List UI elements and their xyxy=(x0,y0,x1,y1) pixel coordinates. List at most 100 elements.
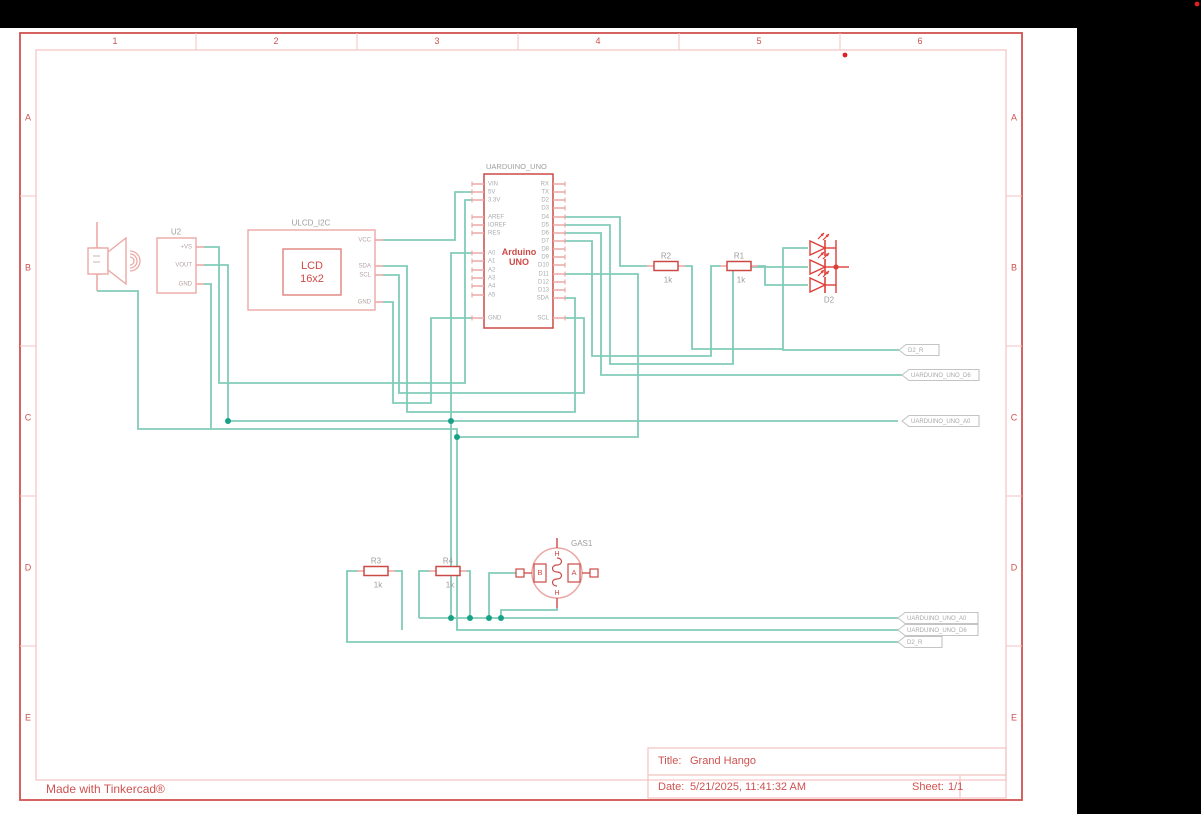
arduino-pin-label: RX xyxy=(541,182,549,188)
svg-text:A3: A3 xyxy=(488,276,496,282)
svg-text:UARDUINO_UNO_A0: UARDUINO_UNO_A0 xyxy=(907,616,967,622)
wire[interactable] xyxy=(488,572,516,618)
net-label-flag[interactable]: D2_R xyxy=(897,635,943,649)
wire[interactable] xyxy=(204,283,212,429)
svg-text:VCC: VCC xyxy=(358,238,371,244)
svg-text:4: 4 xyxy=(595,36,600,46)
wire-junction-dot xyxy=(486,615,492,621)
svg-text:IOREF: IOREF xyxy=(488,223,507,229)
svg-text:SDA: SDA xyxy=(537,296,549,302)
arduino-pin-label: A0 xyxy=(488,251,496,257)
wire[interactable] xyxy=(467,570,471,618)
title-value[interactable]: Grand Hango xyxy=(690,755,756,767)
arduino-pin-label: D10 xyxy=(538,263,550,269)
svg-text:B: B xyxy=(25,262,31,272)
net-label-flag[interactable]: UARDUINO_UNO_A0 xyxy=(901,414,980,428)
wire[interactable] xyxy=(395,570,403,630)
u2-ref-label: U2 xyxy=(170,227,182,237)
r1-ref-label: R1 xyxy=(733,251,745,261)
wire-junction-dot xyxy=(467,615,473,621)
frame-row-label: AA xyxy=(25,112,1017,122)
svg-text:VIN: VIN xyxy=(488,182,498,188)
svg-text:+VS: +VS xyxy=(180,245,192,251)
svg-text:C: C xyxy=(1011,412,1018,422)
u2-component[interactable]: +VS VOUT GND xyxy=(156,237,204,294)
svg-text:5: 5 xyxy=(756,36,761,46)
sheet-value: 1/1 xyxy=(948,781,964,793)
svg-text:A: A xyxy=(25,112,31,122)
svg-text:D4: D4 xyxy=(541,215,549,221)
svg-text:D6: D6 xyxy=(541,231,549,237)
wire[interactable] xyxy=(346,570,898,643)
svg-text:A: A xyxy=(571,568,576,577)
made-with-tinkercad-label: Made with Tinkercad® xyxy=(46,782,165,796)
resistor-component[interactable] xyxy=(647,260,685,272)
lcd-pin-label: GND xyxy=(358,300,372,306)
arduino-pin-label: A5 xyxy=(488,293,496,299)
arduino-pin-label: D9 xyxy=(541,255,549,261)
frame-row-label: EE xyxy=(25,712,1017,722)
svg-text:D2_R: D2_R xyxy=(907,640,923,646)
net-label-flag[interactable]: UARDUINO_UNO_D6 xyxy=(901,368,980,382)
arduino-pin-label: VIN xyxy=(488,182,498,188)
svg-text:VOUT: VOUT xyxy=(175,263,192,269)
wire[interactable] xyxy=(782,247,899,351)
wire[interactable] xyxy=(565,240,721,357)
svg-text:5V: 5V xyxy=(488,190,495,196)
speaker-component[interactable] xyxy=(87,222,141,291)
sheet-frame: 1 2 3 4 5 6A AB BC CD DE E xyxy=(19,32,1023,801)
date-label: Date: xyxy=(658,781,685,793)
wire[interactable] xyxy=(685,265,783,350)
resistor-component[interactable] xyxy=(720,260,758,272)
svg-text:2: 2 xyxy=(273,36,278,46)
schematic-canvas[interactable]: 1 2 3 4 5 6A AB BC CD DE E+VSVOUTGNDVCCSDASCLGNDVI… xyxy=(0,0,1201,814)
arduino-pin-label: SDA xyxy=(537,296,549,302)
arduino-pin-label: D3 xyxy=(541,206,549,212)
wire[interactable] xyxy=(450,252,472,618)
svg-text:D: D xyxy=(1011,562,1018,572)
svg-text:D12: D12 xyxy=(538,280,550,286)
wire-junction-dot xyxy=(225,418,231,424)
lcd-pin-label: SCL xyxy=(359,273,371,279)
svg-text:D11: D11 xyxy=(538,272,549,278)
wire[interactable] xyxy=(500,608,558,618)
arduino-pin-label: TX xyxy=(541,190,549,196)
lcd-display-line1: LCD xyxy=(300,260,324,272)
svg-text:A: A xyxy=(1011,112,1017,122)
wire[interactable] xyxy=(383,301,472,404)
wire-junction-dot xyxy=(448,418,454,424)
led-triangle xyxy=(809,276,827,294)
arduino-pin-label: SCL xyxy=(537,316,549,322)
wire[interactable] xyxy=(383,191,472,241)
net-label-flag[interactable]: D2_R xyxy=(898,343,940,357)
gas1-ref-label: GAS1 xyxy=(571,539,593,548)
arduino-part-label-line1: Arduino xyxy=(501,247,537,257)
arduino-ref-label: UARDUINO_UNO xyxy=(486,162,547,171)
resistor-component[interactable] xyxy=(429,565,467,577)
frame-column-label: 4 xyxy=(595,36,600,46)
sheet-label: Sheet: xyxy=(912,781,944,793)
frame-column-label: 6 xyxy=(917,36,922,46)
arduino-pin-label: AREF xyxy=(488,215,504,221)
svg-text:D10: D10 xyxy=(538,263,550,269)
led-group-d2[interactable] xyxy=(809,232,849,294)
svg-text:C: C xyxy=(25,412,32,422)
frame-column-label: 5 xyxy=(756,36,761,46)
wire[interactable] xyxy=(204,264,229,421)
lcd-display-label: LCD 16x2 xyxy=(300,260,324,286)
wire[interactable] xyxy=(418,570,430,618)
r4-ref-label: R4 xyxy=(442,556,454,566)
net-label-flag[interactable]: UARDUINO_UNO_D6 xyxy=(897,623,979,637)
svg-text:D2: D2 xyxy=(541,198,549,204)
svg-text:H: H xyxy=(554,551,559,558)
arduino-pin-label: 3.3V xyxy=(488,198,500,204)
gas-sensor-component[interactable]: H H B A xyxy=(515,538,599,608)
resistor-component[interactable] xyxy=(357,565,395,577)
svg-text:1: 1 xyxy=(112,36,117,46)
frame-column-label: 1 xyxy=(112,36,117,46)
net-label-flag[interactable]: UARDUINO_UNO_A0 xyxy=(897,611,979,625)
wire[interactable] xyxy=(97,290,898,631)
arduino-pin-label: A2 xyxy=(488,268,496,274)
svg-text:GND: GND xyxy=(358,300,372,306)
svg-text:RX: RX xyxy=(541,182,549,188)
